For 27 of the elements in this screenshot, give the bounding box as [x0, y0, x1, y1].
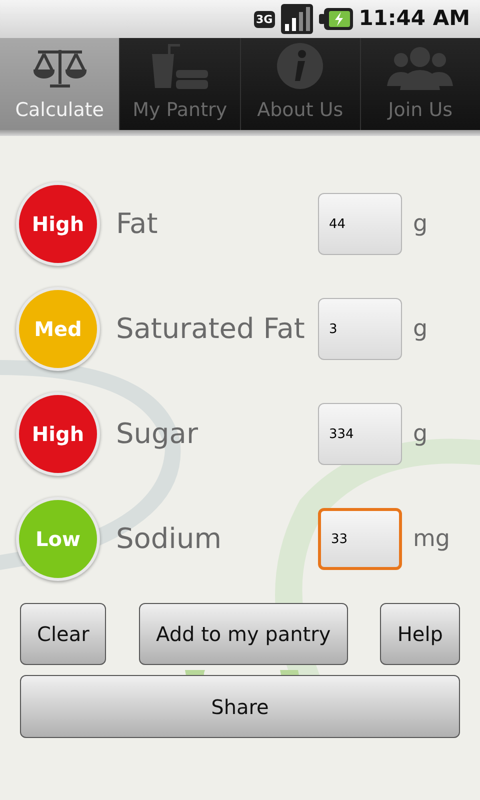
signal-icon — [280, 4, 313, 34]
level-badge: Low — [16, 497, 100, 581]
amount-field[interactable]: 3 — [318, 298, 402, 360]
action-button[interactable]: Clear — [20, 603, 106, 665]
info-icon — [276, 42, 324, 90]
unit-label: g — [413, 314, 428, 344]
nutrient-label: Fat — [116, 206, 159, 242]
share-button[interactable]: Share — [20, 675, 460, 738]
battery-charging-icon — [318, 8, 353, 30]
level-badge: High — [16, 392, 100, 476]
action-button[interactable]: Help — [380, 603, 460, 665]
unit-label: g — [413, 420, 428, 449]
network-type-icon: 3G — [254, 10, 275, 28]
clock-text: 11:44 AM — [358, 5, 470, 32]
amount-field[interactable]: 33 — [318, 508, 402, 570]
action-button[interactable]: Add to my pantry — [138, 603, 348, 665]
amount-field[interactable]: 334 — [318, 403, 402, 465]
people-icon — [387, 46, 454, 90]
amount-field[interactable]: 44 — [318, 193, 402, 255]
nutrient-label: Saturated Fat — [116, 311, 306, 347]
level-badge: Med — [16, 287, 100, 371]
drink-and-burger-icon — [150, 44, 210, 90]
unit-label: g — [413, 210, 428, 239]
nutrient-label: Sugar — [116, 416, 199, 452]
level-badge: High — [16, 182, 100, 266]
nutrient-label: Sodium — [116, 521, 222, 557]
unit-label: mg — [413, 524, 450, 554]
